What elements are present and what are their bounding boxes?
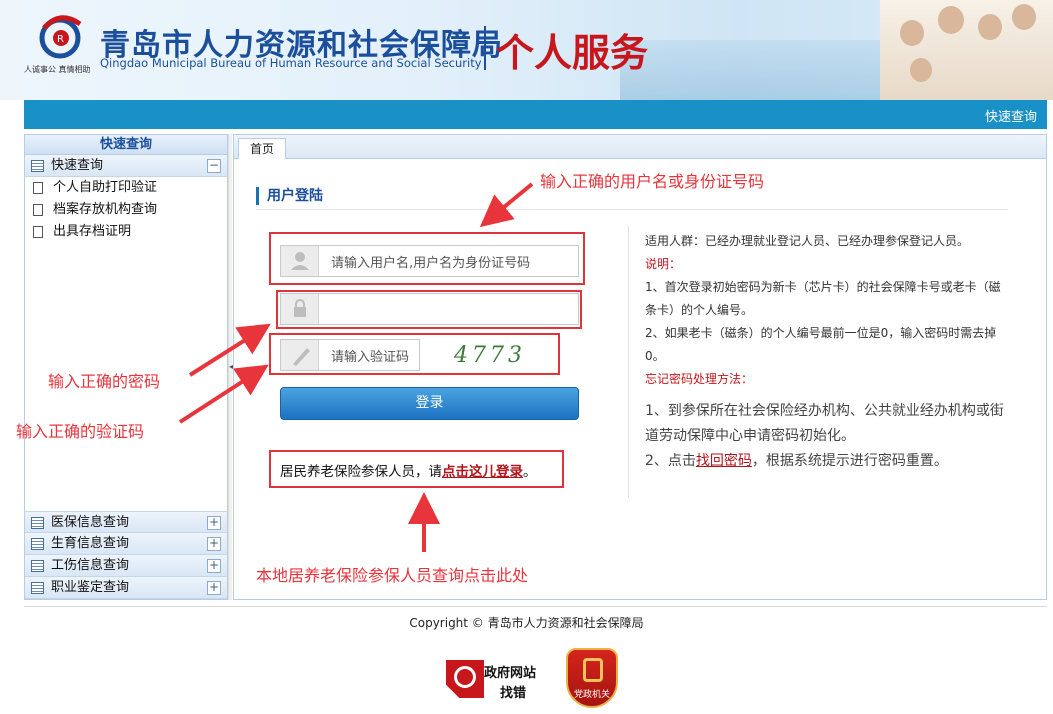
sidebar-item-label: 个人自助打印验证: [53, 180, 158, 195]
gov-site-error-report[interactable]: 政府网站 找错: [446, 656, 546, 702]
login-title-underline: [256, 209, 1008, 210]
info-applicable: 适用人群：已经办理就业登记人员、已经办理参保登记人员。: [645, 234, 970, 248]
list-icon: [31, 582, 44, 594]
login-info: 适用人群：已经办理就业登记人员、已经办理参保登记人员。 说明： 1、首次登录初始…: [645, 230, 1005, 474]
party-gov-badge[interactable]: 党政机关: [566, 648, 618, 708]
tab-bar: 首页: [234, 135, 1046, 159]
sidebar-group-injury[interactable]: 工伤信息查询 +: [25, 555, 227, 577]
info-divider: [628, 226, 629, 498]
info-note-1: 1、首次登录初始密码为新卡（芯片卡）的社会保障卡号或老卡（磁条卡）的个人编号。: [645, 280, 1001, 317]
error-report-label: 找错: [500, 686, 527, 701]
quick-query-link[interactable]: 快速查询: [985, 106, 1037, 125]
sidebar-item-label: 出具存档证明: [53, 224, 132, 239]
highlight-resident: [269, 450, 564, 488]
highlight-password: [276, 290, 582, 329]
sidebar-group-label: 医保信息查询: [51, 515, 130, 530]
list-icon: [31, 517, 44, 529]
list-icon: [31, 538, 44, 550]
login-button[interactable]: 登录: [280, 387, 579, 420]
sidebar-item-archive-query[interactable]: 档案存放机构查询: [25, 199, 227, 221]
gov-site-label: 政府网站: [484, 666, 537, 681]
forgot-suffix: ，根据系统提示进行密码重置。: [751, 453, 948, 469]
highlight-username: [269, 232, 585, 285]
magnifier-icon: [446, 660, 484, 698]
list-icon: [31, 160, 44, 172]
document-icon: [33, 226, 43, 238]
sidebar-group-label: 生育信息查询: [51, 536, 130, 551]
title-divider: [484, 26, 486, 70]
service-title: 个人服务: [496, 31, 649, 75]
highlight-captcha: [269, 333, 560, 375]
annotation-username: 输入正确的用户名或身份证号码: [540, 172, 765, 191]
emblem-icon: [583, 658, 603, 682]
sidebar: 快速查询 快速查询 − 个人自助打印验证 档案存放机构查询 出具存档证明 医保信…: [24, 134, 228, 600]
sidebar-title: 快速查询: [25, 135, 227, 155]
annotation-resident: 本地居养老保险参保人员查询点击此处: [256, 566, 529, 585]
collapse-icon[interactable]: −: [207, 159, 221, 173]
find-password-link[interactable]: 找回密码: [696, 453, 752, 469]
banner-family-photo: [880, 0, 1053, 100]
bureau-logo-icon: R: [39, 15, 82, 59]
footer-divider: [24, 606, 1047, 607]
expand-icon[interactable]: +: [207, 516, 221, 530]
sidebar-group-vocational[interactable]: 职业鉴定查询 +: [25, 577, 227, 599]
sidebar-splitter[interactable]: ◀: [228, 134, 235, 600]
annotation-password: 输入正确的密码: [48, 372, 161, 391]
logo-slogan: 人诚事公 真情相助: [24, 65, 91, 74]
forgot-prefix: 2、点击: [645, 453, 696, 469]
banner-seascape: [620, 40, 920, 100]
expand-icon[interactable]: +: [207, 581, 221, 595]
expand-icon[interactable]: +: [207, 559, 221, 573]
document-icon: [33, 204, 43, 216]
bureau-title-en: Qingdao Municipal Bureau of Human Resour…: [100, 56, 482, 70]
sidebar-collapsed-groups: 医保信息查询 + 生育信息查询 + 工伤信息查询 + 职业鉴定查询 +: [25, 511, 227, 599]
list-icon: [31, 560, 44, 572]
sidebar-group-label: 职业鉴定查询: [51, 580, 130, 595]
info-note-2: 2、如果老卡（磁条）的个人编号最前一位是0，输入密码时需去掉0。: [645, 326, 997, 363]
sidebar-item-archive-certificate[interactable]: 出具存档证明: [25, 221, 227, 243]
annotation-captcha: 输入正确的验证码: [16, 422, 145, 441]
sidebar-group-label: 工伤信息查询: [51, 558, 130, 573]
copyright: Copyright © 青岛市人力资源和社会保障局: [409, 616, 644, 630]
sidebar-item-label: 档案存放机构查询: [53, 202, 158, 217]
svg-text:R: R: [57, 34, 64, 45]
tab-home[interactable]: 首页: [238, 138, 286, 159]
login-title: 用户登陆: [256, 187, 323, 205]
sidebar-group-medical[interactable]: 医保信息查询 +: [25, 511, 227, 533]
info-note-title: 说明：: [645, 257, 682, 271]
info-forgot-1: 1、到参保所在社会保险经办机构、公共就业经办机构或街道劳动保障中心申请密码初始化…: [645, 403, 1004, 444]
sidebar-group-quick-query[interactable]: 快速查询 −: [25, 155, 227, 177]
badge-label: 党政机关: [573, 690, 610, 700]
info-forgot-2: 2、点击找回密码，根据系统提示进行密码重置。: [645, 449, 1005, 474]
sidebar-group-label: 快速查询: [51, 158, 104, 173]
top-navbar: 快速查询: [24, 100, 1047, 129]
sidebar-item-print-verify[interactable]: 个人自助打印验证: [25, 177, 227, 199]
info-forgot-title: 忘记密码处理方法：: [645, 372, 754, 386]
expand-icon[interactable]: +: [207, 537, 221, 551]
sidebar-group-maternity[interactable]: 生育信息查询 +: [25, 533, 227, 555]
document-icon: [33, 182, 43, 194]
